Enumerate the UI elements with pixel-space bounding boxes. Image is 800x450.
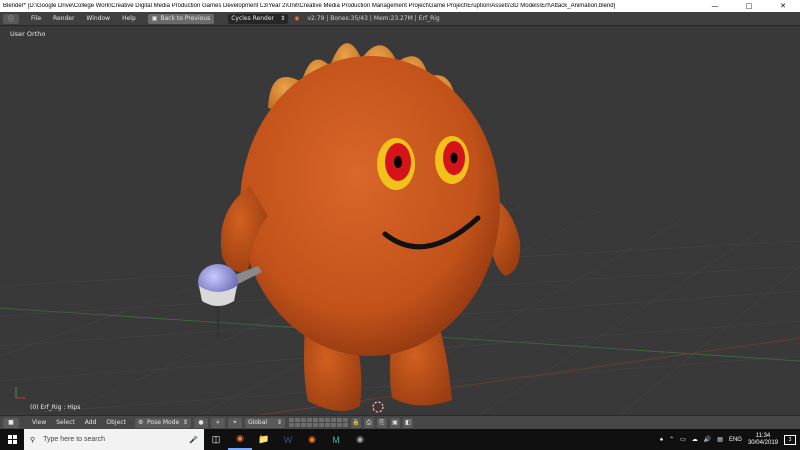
menu-render[interactable]: Render [47, 15, 80, 22]
maya-icon[interactable]: M [324, 429, 348, 450]
3d-viewport[interactable]: User Ortho (0) Erf_Rig : Hips [0, 26, 800, 415]
close-icon[interactable]: ✕ [766, 0, 800, 12]
back-to-previous-label: Back to Previous [160, 15, 211, 22]
erf-character [220, 43, 521, 411]
info-header: ⓘ File Render Window Help ▣ Back to Prev… [0, 12, 800, 26]
render-preview-icon[interactable]: ▣ [389, 417, 400, 428]
battery-icon[interactable]: ▭ [680, 436, 686, 443]
manipulator-toggle[interactable]: ⌖ [227, 417, 242, 428]
task-view-icon[interactable]: ◫ [204, 429, 228, 450]
main-menu: File Render Window Help [25, 15, 142, 22]
editor-type-icon[interactable]: ■ [3, 417, 19, 428]
windows-taskbar: ⚲ Type here to search 🎤 ◫ ◉ 📁 W ◉ M ◉ ♠ … [0, 429, 800, 450]
blender-logo-icon: ◉ [294, 15, 300, 22]
people-icon[interactable]: ♠ [660, 437, 663, 443]
menu-view[interactable]: View [27, 419, 51, 426]
onedrive-icon[interactable]: ☁ [692, 436, 698, 443]
maximize-icon[interactable]: □ [732, 0, 766, 12]
viewport-canvas[interactable] [0, 26, 800, 415]
chevron-down-icon: ⇕ [182, 419, 188, 426]
active-object-label: (0) Erf_Rig : Hips [30, 404, 81, 411]
clock-time: 11:34 [755, 432, 771, 439]
bone-control-widget [198, 264, 262, 338]
pivot-point-dropdown[interactable]: ⋄ [210, 417, 225, 428]
menu-object[interactable]: Object [101, 419, 131, 426]
render-engine-dropdown[interactable]: Cycles Render ⇕ [228, 13, 289, 24]
blender-icon[interactable]: ◉ [228, 429, 252, 450]
network-icon[interactable]: ▤ [717, 436, 723, 443]
window-title: Blender* [D:\Google Drive\College Work\C… [3, 3, 616, 9]
editor-type-icon[interactable]: ⓘ [3, 13, 19, 24]
axis-gizmo-icon [15, 387, 26, 399]
interaction-mode-dropdown[interactable]: ⚙ Pose Mode ⇕ [134, 417, 191, 428]
show-hidden-icons-icon[interactable]: ⌃ [669, 436, 674, 443]
scene-stats: v2.79 | Bones:35/43 | Mem:23.27M | Erf_R… [307, 15, 440, 22]
menu-add[interactable]: Add [80, 419, 102, 426]
back-to-previous-button[interactable]: ▣ Back to Previous [147, 13, 215, 24]
blender-app-icon[interactable]: ◉ [348, 429, 372, 450]
taskbar-search-box[interactable]: ⚲ Type here to search 🎤 [24, 429, 204, 450]
microphone-icon[interactable]: 🎤 [189, 436, 198, 444]
viewport-header: ■ View Select Add Object ⚙ Pose Mode ⇕ ●… [0, 415, 800, 429]
menu-help[interactable]: Help [116, 15, 142, 22]
paste-pose-icon[interactable]: ⎘ [376, 417, 387, 428]
transform-orientation-dropdown[interactable]: Global ⇕ [244, 417, 285, 428]
screen-icon: ▣ [151, 15, 158, 22]
chevron-down-icon: ⇕ [280, 15, 286, 22]
body [240, 56, 500, 356]
search-placeholder: Type here to search [43, 436, 106, 443]
viewport-menu: View Select Add Object [27, 419, 131, 426]
clock-date: 30/04/2019 [747, 439, 778, 446]
pose-icon: ⚙ [137, 419, 144, 426]
window-titlebar: Blender* [D:\Google Drive\College Work\C… [0, 0, 800, 12]
mode-label: Pose Mode [147, 419, 180, 426]
copy-pose-icon[interactable]: ⎙ [363, 417, 374, 428]
lock-icon[interactable]: 🔒 [350, 417, 361, 428]
word-icon[interactable]: W [276, 429, 300, 450]
menu-select[interactable]: Select [51, 419, 80, 426]
file-explorer-icon[interactable]: 📁 [252, 429, 276, 450]
layer-buttons[interactable] [288, 418, 348, 427]
menu-file[interactable]: File [25, 15, 47, 22]
windows-start-icon[interactable] [0, 429, 24, 450]
orientation-label: Global [247, 419, 268, 426]
chevron-down-icon: ⇕ [276, 419, 282, 426]
minimize-icon[interactable]: — [698, 0, 732, 12]
menu-window[interactable]: Window [80, 15, 116, 22]
clock[interactable]: 11:34 30/04/2019 [748, 433, 778, 447]
3d-cursor-icon [372, 401, 384, 413]
camera-icon[interactable]: ◧ [402, 417, 413, 428]
render-engine-label: Cycles Render [231, 15, 275, 22]
firefox-icon[interactable]: ◉ [300, 429, 324, 450]
language-indicator[interactable]: ENG [729, 437, 742, 443]
system-tray: ♠ ⌃ ▭ ☁ 🔊 ▤ ENG 11:34 30/04/2019 3 [660, 433, 800, 447]
viewport-shading-dropdown[interactable]: ● [193, 417, 208, 428]
view-label: User Ortho [10, 30, 46, 38]
notification-center-icon[interactable]: 3 [784, 434, 796, 445]
volume-icon[interactable]: 🔊 [704, 436, 711, 443]
search-icon: ⚲ [30, 436, 36, 444]
left-eye [377, 138, 415, 190]
right-eye [435, 136, 469, 184]
notification-count: 3 [788, 436, 792, 443]
